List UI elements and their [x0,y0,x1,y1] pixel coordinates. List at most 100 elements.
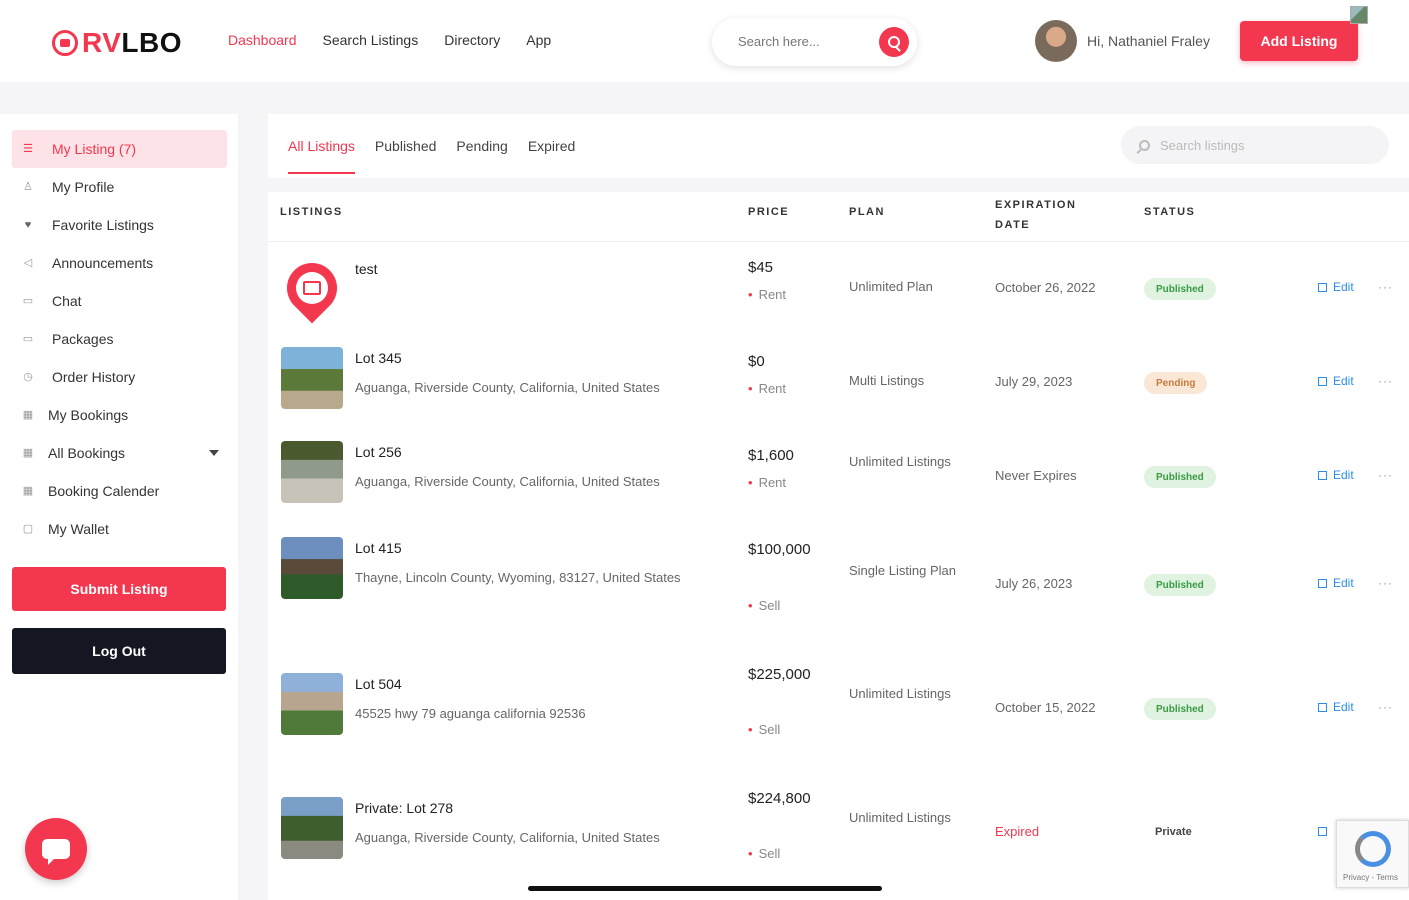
listing-title[interactable]: Lot 504 [355,676,402,692]
sidebar-item-my-wallet[interactable]: ▢ My Wallet [12,510,227,548]
sidebar-item-my-profile[interactable]: ♙ My Profile [12,168,227,206]
wallet-icon: ▢ [22,523,34,535]
divider [268,178,1409,192]
sidebar-item-label: My Listing (7) [52,141,137,157]
status-badge: Published [1144,574,1216,596]
status-badge: Published [1144,278,1216,300]
sidebar-item-label: My Profile [52,179,115,195]
more-options-icon[interactable]: ··· [1378,374,1393,388]
listing-placeholder-icon[interactable] [276,252,348,324]
listing-title[interactable]: Lot 345 [355,350,402,366]
listing-address: 45525 hwy 79 aguanga california 92536 [355,706,586,721]
listing-title[interactable]: test [355,261,378,277]
sidebar-item-packages[interactable]: ▭ Packages [12,320,227,358]
user-icon: ♙ [23,181,33,193]
listing-photo[interactable] [281,347,343,409]
table-row[interactable]: Lot 415 Thayne, Lincoln County, Wyoming,… [268,524,1409,649]
main-nav: Dashboard Search Listings Directory App [228,32,551,48]
sidebar: ☰ My Listing (7) ♙ My Profile ♥ Favorite… [0,114,238,900]
chat-button[interactable] [25,818,87,880]
listing-photo[interactable] [281,537,343,599]
table-row[interactable]: Lot 345 Aguanga, Riverside County, Calif… [268,336,1409,430]
recaptcha-badge[interactable]: Privacy - Terms [1336,820,1409,888]
list-icon: ☰ [23,143,33,155]
status-badge: Published [1144,698,1216,720]
chevron-down-icon[interactable] [209,450,219,456]
nav-app[interactable]: App [526,32,551,48]
edit-link[interactable]: Edit [1318,374,1354,388]
more-options-icon[interactable]: ··· [1378,700,1393,714]
sidebar-item-order-history[interactable]: ◷ Order History [12,358,227,396]
sidebar-item-label: All Bookings [48,445,126,461]
listing-type: Sell [748,846,781,861]
listing-expiration: July 26, 2023 [995,576,1073,591]
sidebar-item-booking-calender[interactable]: ▦ Booking Calender [12,472,227,510]
listing-type: Rent [748,475,786,490]
status-label: Private [1155,826,1192,838]
edit-link[interactable]: Edit [1318,700,1354,714]
chat-bubble-icon [42,839,70,865]
listing-plan: Unlimited Listings [849,686,951,701]
column-expiration-date: EXPIRATION DATE [995,199,1077,231]
listing-photo[interactable] [281,673,343,735]
more-options-icon[interactable]: ··· [1378,280,1393,294]
tab-pending[interactable]: Pending [456,138,507,174]
tab-all-listings[interactable]: All Listings [288,138,355,174]
sidebar-item-all-bookings[interactable]: ▦ All Bookings [12,434,227,472]
heart-icon: ♥ [24,219,32,231]
listing-title[interactable]: Lot 415 [355,540,402,556]
column-price: PRICE [748,206,790,218]
nav-directory[interactable]: Directory [444,32,500,48]
calendar-icon: ▦ [22,447,34,459]
submit-listing-button[interactable]: Submit Listing [12,567,226,611]
calendar-icon: ▦ [22,409,34,421]
more-options-icon[interactable]: ··· [1378,576,1393,590]
avatar[interactable] [1035,20,1077,62]
search-icon [888,36,900,48]
sidebar-item-chat[interactable]: ▭ Chat [12,282,227,320]
edit-link[interactable]: Edit [1318,576,1354,590]
listing-photo[interactable] [281,797,343,859]
table-row[interactable]: test $45 Rent Unlimited Plan October 26,… [268,242,1409,336]
sidebar-item-label: Chat [52,293,82,309]
search-button[interactable] [879,27,909,57]
table-row[interactable]: Lot 256 Aguanga, Riverside County, Calif… [268,430,1409,524]
listing-photo[interactable] [281,441,343,503]
listings-search-input[interactable]: Search listings [1160,138,1245,153]
listing-plan: Unlimited Listings [849,454,951,469]
listings-search[interactable]: Search listings [1121,126,1389,164]
brand-logo[interactable]: RVLBO [52,27,182,59]
edit-icon[interactable] [1318,824,1333,838]
tab-expired[interactable]: Expired [528,138,575,174]
listing-title[interactable]: Private: Lot 278 [355,800,453,816]
listing-plan: Unlimited Plan [849,279,933,294]
more-options-icon[interactable]: ··· [1378,468,1393,482]
user-greeting[interactable]: Hi, Nathaniel Fraley [1087,33,1210,49]
column-status: STATUS [1144,206,1196,218]
recaptcha-links[interactable]: Privacy - Terms [1343,873,1398,882]
horizontal-scrollbar[interactable] [528,886,882,891]
package-icon: ▭ [22,333,34,345]
listings-panel: All Listings Published Pending Expired S… [268,114,1409,900]
sidebar-item-announcements[interactable]: ◁ Announcements [12,244,227,282]
search-input[interactable]: Search here... [738,34,820,49]
edit-link[interactable]: Edit [1318,280,1354,294]
edit-link[interactable]: Edit [1318,468,1354,482]
table-row[interactable]: Lot 504 45525 hwy 79 aguanga california … [268,649,1409,773]
nav-search-listings[interactable]: Search Listings [323,32,419,48]
table-row[interactable]: Private: Lot 278 Aguanga, Riverside Coun… [268,773,1409,900]
add-listing-button[interactable]: Add Listing [1240,21,1358,61]
column-listings: LISTINGS [280,206,343,218]
sidebar-item-favorite-listings[interactable]: ♥ Favorite Listings [12,206,227,244]
sidebar-item-my-bookings[interactable]: ▦ My Bookings [12,396,227,434]
sidebar-item-my-listing[interactable]: ☰ My Listing (7) [12,130,227,168]
tab-published[interactable]: Published [375,138,437,174]
listing-title[interactable]: Lot 256 [355,444,402,460]
listing-address: Aguanga, Riverside County, California, U… [355,474,660,489]
sidebar-item-label: My Bookings [48,407,129,423]
header-search[interactable]: Search here... [712,18,917,66]
brand-name: RVLBO [82,27,182,58]
user-menu[interactable]: Hi, Nathaniel Fraley [1035,20,1210,62]
log-out-button[interactable]: Log Out [12,628,226,674]
nav-dashboard[interactable]: Dashboard [228,32,297,48]
